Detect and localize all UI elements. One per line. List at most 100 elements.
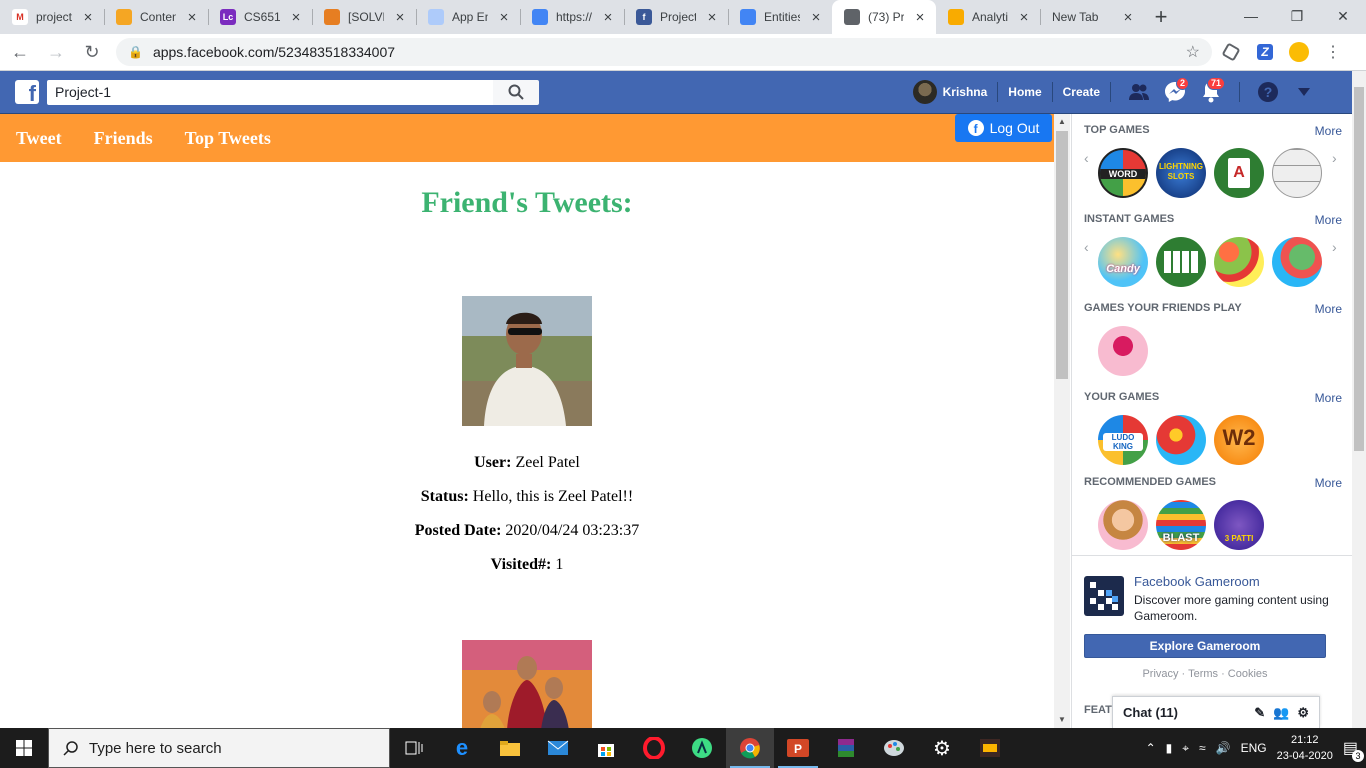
extension-cube-icon[interactable] xyxy=(1216,37,1246,67)
browser-tab[interactable]: f Project × xyxy=(624,0,728,34)
logout-button[interactable]: f Log Out xyxy=(955,114,1052,142)
winrar-icon[interactable] xyxy=(822,728,870,768)
browser-tab[interactable]: https:// × xyxy=(520,0,624,34)
browser-tab[interactable]: Analytic × xyxy=(936,0,1040,34)
tab-close-icon[interactable]: × xyxy=(912,9,928,26)
app-scrollbar[interactable]: ▲ ▼ xyxy=(1054,114,1070,728)
edge-browser-icon[interactable]: e xyxy=(438,728,486,768)
home-link[interactable]: Home xyxy=(1008,85,1041,99)
opera-icon[interactable] xyxy=(630,728,678,768)
tab-close-icon[interactable]: × xyxy=(184,9,200,26)
scroll-up-arrow-icon[interactable]: ▲ xyxy=(1054,114,1070,130)
maximize-button[interactable]: ❐ xyxy=(1274,0,1320,32)
game-ludo-king-icon[interactable]: LUDO KING xyxy=(1098,415,1148,465)
tab-close-icon[interactable]: × xyxy=(1016,9,1032,26)
scrollbar-thumb[interactable] xyxy=(1354,87,1364,451)
volume-icon[interactable]: 🔊 xyxy=(1216,741,1231,755)
compose-icon[interactable]: ✎ xyxy=(1254,705,1265,721)
tab-close-icon[interactable]: × xyxy=(1120,9,1136,26)
store-icon[interactable] xyxy=(582,728,630,768)
tab-close-icon[interactable]: × xyxy=(600,9,616,26)
network-icon[interactable]: ⌖ xyxy=(1182,741,1189,756)
create-link[interactable]: Create xyxy=(1063,85,1100,99)
notifications-icon[interactable]: 71 xyxy=(1193,77,1229,107)
game-sudoku-icon[interactable] xyxy=(1272,148,1322,198)
game-fruit-match-icon[interactable] xyxy=(1272,237,1322,287)
browser-tab[interactable]: (73) Pro × xyxy=(832,0,936,34)
chat-bar[interactable]: Chat (11) ✎ 👥 ⚙ xyxy=(1112,696,1320,728)
tab-close-icon[interactable]: × xyxy=(392,9,408,26)
facebook-search-input[interactable]: Project-1 xyxy=(47,79,493,105)
legal-links[interactable]: Privacy · Terms · Cookies xyxy=(1072,668,1338,680)
tab-close-icon[interactable]: × xyxy=(808,9,824,26)
game-fashion-icon[interactable] xyxy=(1098,500,1148,550)
back-button[interactable]: ← xyxy=(4,36,36,68)
battery-icon[interactable]: ▮ xyxy=(1166,741,1173,755)
friend-requests-icon[interactable] xyxy=(1121,77,1157,107)
browser-tab[interactable]: Entities × xyxy=(728,0,832,34)
paint-icon[interactable] xyxy=(870,728,918,768)
browser-scrollbar[interactable] xyxy=(1352,71,1366,728)
messenger-icon[interactable]: 2 xyxy=(1157,77,1193,107)
game-word-icon[interactable]: WORD xyxy=(1098,148,1148,198)
tab-close-icon[interactable]: × xyxy=(704,9,720,26)
profile-avatar-icon[interactable] xyxy=(1284,37,1314,67)
tab-close-icon[interactable]: × xyxy=(288,9,304,26)
more-link[interactable]: More xyxy=(1315,476,1342,490)
show-hidden-icons-icon[interactable]: ⌃ xyxy=(1146,741,1156,755)
tab-close-icon[interactable]: × xyxy=(80,9,96,26)
forward-button[interactable]: → xyxy=(40,36,72,68)
game-blast-icon[interactable]: BLAST xyxy=(1156,500,1206,550)
game-words-with-friends-icon[interactable]: W2 xyxy=(1214,415,1264,465)
game-app-icon[interactable] xyxy=(966,728,1014,768)
chrome-taskbar-icon[interactable] xyxy=(726,728,774,768)
powerpoint-icon[interactable]: P xyxy=(774,728,822,768)
task-view-icon[interactable] xyxy=(390,728,438,768)
minimize-button[interactable]: — xyxy=(1228,0,1274,32)
chrome-menu-icon[interactable]: ⋮ xyxy=(1318,37,1348,67)
extension-z-icon[interactable]: Z xyxy=(1250,37,1280,67)
account-dropdown-icon[interactable] xyxy=(1286,77,1322,107)
chevron-left-icon[interactable]: ‹ xyxy=(1084,150,1089,166)
browser-tab[interactable]: New Tab × xyxy=(1040,0,1144,34)
game-candy-icon[interactable]: Candy xyxy=(1098,237,1148,287)
more-link[interactable]: More xyxy=(1315,302,1342,316)
facebook-logo-icon[interactable]: f xyxy=(15,80,39,104)
game-candy-crush-icon[interactable] xyxy=(1156,415,1206,465)
taskbar-search[interactable]: Type here to search xyxy=(48,728,390,768)
close-window-button[interactable]: ✕ xyxy=(1320,0,1366,32)
settings-icon[interactable]: ⚙ xyxy=(918,728,966,768)
browser-tab[interactable]: [SOLVE × xyxy=(312,0,416,34)
game-lightning-slots-icon[interactable]: LIGHTNING SLOTS xyxy=(1156,148,1206,198)
user-avatar[interactable] xyxy=(912,80,937,104)
gameroom-title-link[interactable]: Facebook Gameroom xyxy=(1134,574,1260,589)
tab-close-icon[interactable]: × xyxy=(496,9,512,26)
reload-button[interactable]: ↻ xyxy=(76,36,108,68)
game-solitaire-icon[interactable]: A xyxy=(1214,148,1264,198)
browser-tab[interactable]: Mproject × xyxy=(0,0,104,34)
wifi-icon[interactable]: ≈ xyxy=(1199,741,1206,755)
chevron-left-icon[interactable]: ‹ xyxy=(1084,239,1089,255)
chevron-right-icon[interactable]: › xyxy=(1332,150,1337,166)
action-center-icon[interactable]: ▤ 3 xyxy=(1343,738,1364,762)
group-icon[interactable]: 👥 xyxy=(1273,705,1289,721)
start-button[interactable] xyxy=(0,728,48,768)
address-bar[interactable]: 🔒 apps.facebook.com/523483518334007 ☆ xyxy=(116,38,1212,66)
android-studio-icon[interactable] xyxy=(678,728,726,768)
nav-tweet-link[interactable]: Tweet xyxy=(16,128,62,149)
help-icon[interactable]: ? xyxy=(1250,77,1286,107)
lock-icon[interactable]: 🔒 xyxy=(128,45,143,59)
new-tab-button[interactable]: + xyxy=(1144,0,1178,34)
scroll-down-arrow-icon[interactable]: ▼ xyxy=(1054,712,1070,728)
mail-icon[interactable] xyxy=(534,728,582,768)
more-link[interactable]: More xyxy=(1315,391,1342,405)
clock[interactable]: 21:12 23-04-2020 xyxy=(1277,732,1333,764)
more-link[interactable]: More xyxy=(1315,213,1342,227)
scrollbar-thumb[interactable] xyxy=(1056,131,1068,379)
file-explorer-icon[interactable] xyxy=(486,728,534,768)
more-link[interactable]: More xyxy=(1315,124,1342,138)
game-fruit-icon[interactable] xyxy=(1214,237,1264,287)
browser-tab[interactable]: Lc CS651 × xyxy=(208,0,312,34)
browser-tab[interactable]: App En × xyxy=(416,0,520,34)
language-indicator[interactable]: ENG xyxy=(1241,741,1267,755)
